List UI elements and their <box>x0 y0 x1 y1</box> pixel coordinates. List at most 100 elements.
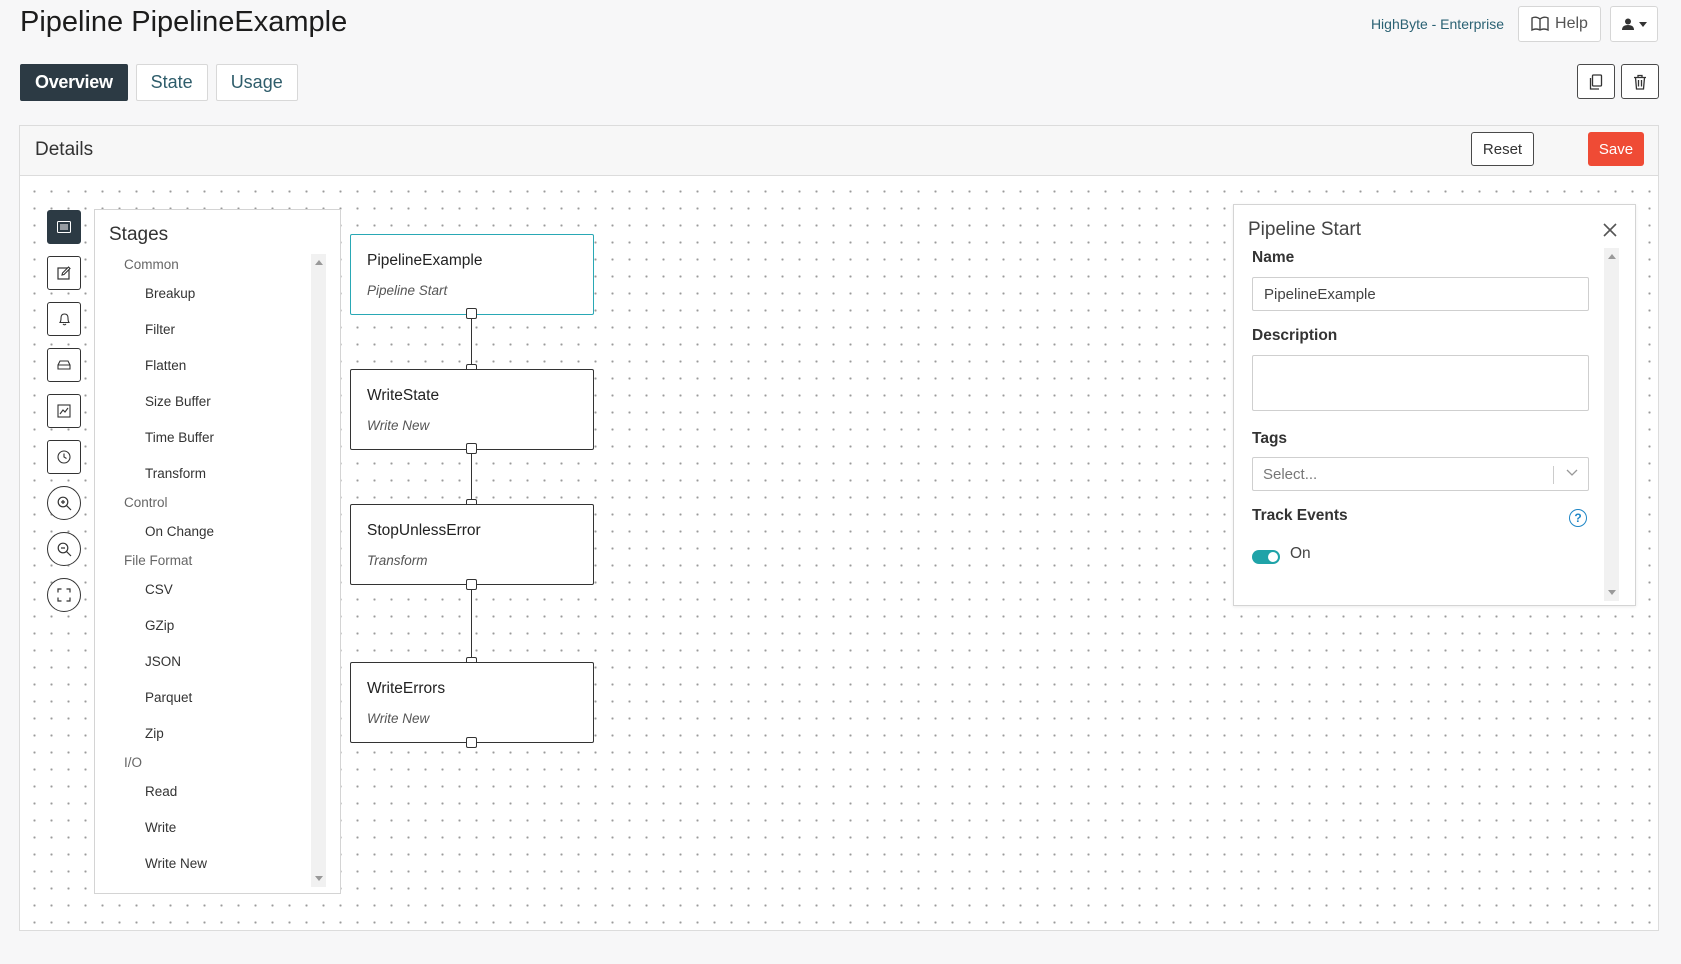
details-title: Details <box>35 139 94 160</box>
description-textarea[interactable] <box>1252 355 1589 411</box>
scroll-up-icon[interactable] <box>315 260 323 265</box>
node-name: WriteErrors <box>367 680 446 697</box>
delete-button[interactable] <box>1621 64 1659 99</box>
node-connector <box>471 590 472 657</box>
stages-scrollbar[interactable] <box>311 254 326 887</box>
scroll-down-icon[interactable] <box>315 876 323 881</box>
canvas-toolbar <box>47 210 81 624</box>
stage-category: Control <box>124 495 168 510</box>
chart-icon <box>57 404 71 418</box>
brand-label: HighByte - Enterprise <box>1370 16 1504 32</box>
stage-item-breakup[interactable]: Breakup <box>95 276 310 312</box>
scroll-down-icon[interactable] <box>1608 590 1616 595</box>
stage-item-transform[interactable]: Transform <box>95 456 310 492</box>
bell-icon <box>58 313 70 326</box>
details-header: Details Reset Save <box>20 126 1658 176</box>
stage-item-read[interactable]: Read <box>95 774 310 810</box>
pipeline-node[interactable]: PipelineExample Pipeline Start <box>350 234 594 315</box>
node-connector <box>471 454 472 499</box>
stage-item-json[interactable]: JSON <box>95 644 310 680</box>
pipeline-canvas[interactable]: Stages Common Breakup Filter Flatten Siz… <box>20 177 1658 930</box>
stage-category: I/O <box>124 755 143 770</box>
node-output-handle[interactable] <box>466 308 477 319</box>
fit-screen-button[interactable] <box>47 578 81 612</box>
stage-item-size-buffer[interactable]: Size Buffer <box>95 384 310 420</box>
node-type: Transform <box>367 553 428 568</box>
zoom-out-button[interactable] <box>47 532 81 566</box>
node-name: PipelineExample <box>367 252 483 269</box>
stage-category: File Format <box>124 553 193 568</box>
stage-item-gzip[interactable]: GZip <box>95 608 310 644</box>
node-output-handle[interactable] <box>466 443 477 454</box>
chevron-down-icon <box>1566 469 1578 476</box>
stage-item-write-new[interactable]: Write New <box>95 846 310 882</box>
properties-scrollbar[interactable] <box>1604 248 1619 601</box>
stage-item-flatten[interactable]: Flatten <box>95 348 310 384</box>
track-events-state: On <box>1290 545 1311 562</box>
edit-button[interactable] <box>47 256 81 290</box>
node-output-handle[interactable] <box>466 737 477 748</box>
name-label: Name <box>1252 249 1295 266</box>
pipeline-node[interactable]: WriteState Write New <box>350 369 594 450</box>
track-events-toggle[interactable] <box>1252 550 1280 564</box>
storage-button[interactable] <box>47 348 81 382</box>
stages-title: Stages <box>109 224 169 245</box>
close-icon[interactable] <box>1601 221 1619 239</box>
toggle-knob <box>1268 552 1278 562</box>
tab-bar: Overview State Usage <box>20 64 298 101</box>
details-panel: Details Reset Save Stages Common Breakup… <box>19 125 1659 931</box>
caret-down-icon <box>1638 21 1647 27</box>
user-menu-button[interactable] <box>1610 6 1658 42</box>
node-name: WriteState <box>367 387 440 404</box>
fit-screen-icon <box>57 588 71 602</box>
events-button[interactable] <box>47 302 81 336</box>
stage-item-zip[interactable]: Zip <box>95 716 310 752</box>
node-type: Write New <box>367 711 430 726</box>
properties-panel: Pipeline Start Name Description Tags Sel… <box>1233 204 1636 606</box>
select-divider <box>1553 466 1554 484</box>
track-events-label: Track Events <box>1252 507 1348 524</box>
node-type: Write New <box>367 418 430 433</box>
tags-label: Tags <box>1252 430 1288 447</box>
trash-icon <box>1634 74 1646 90</box>
properties-title: Pipeline Start <box>1248 219 1362 240</box>
clock-icon <box>57 450 71 464</box>
description-label: Description <box>1252 327 1338 344</box>
node-output-handle[interactable] <box>466 579 477 590</box>
help-circle-icon[interactable]: ? <box>1569 509 1587 527</box>
name-input[interactable] <box>1252 277 1589 311</box>
copy-icon <box>1589 73 1603 90</box>
help-label: Help <box>1555 15 1588 32</box>
reset-button[interactable]: Reset <box>1471 132 1534 166</box>
user-icon <box>1621 18 1634 30</box>
stage-category: Common <box>124 257 179 272</box>
chart-button[interactable] <box>47 394 81 428</box>
scroll-up-icon[interactable] <box>1608 254 1616 259</box>
stages-list: Common Breakup Filter Flatten Size Buffe… <box>95 254 310 882</box>
copy-button[interactable] <box>1577 64 1615 99</box>
stage-item-on-change[interactable]: On Change <box>95 514 310 550</box>
save-button[interactable]: Save <box>1588 132 1644 166</box>
node-type: Pipeline Start <box>367 283 448 298</box>
edit-icon <box>57 266 71 280</box>
history-button[interactable] <box>47 440 81 474</box>
stage-item-filter[interactable]: Filter <box>95 312 310 348</box>
stage-item-write[interactable]: Write <box>95 810 310 846</box>
zoom-in-button[interactable] <box>47 486 81 520</box>
book-icon <box>1531 16 1549 32</box>
page-title: Pipeline PipelineExample <box>20 6 348 38</box>
pipeline-node[interactable]: StopUnlessError Transform <box>350 504 594 585</box>
storage-icon <box>57 360 71 370</box>
stage-item-csv[interactable]: CSV <box>95 572 310 608</box>
stages-panel: Stages Common Breakup Filter Flatten Siz… <box>94 209 341 894</box>
tags-select[interactable]: Select... <box>1252 457 1589 491</box>
pipeline-node[interactable]: WriteErrors Write New <box>350 662 594 743</box>
tab-usage[interactable]: Usage <box>215 64 298 101</box>
stages-toggle-button[interactable] <box>47 210 81 244</box>
tab-overview[interactable]: Overview <box>20 64 128 101</box>
tab-state[interactable]: State <box>135 64 208 101</box>
zoom-in-icon <box>57 496 71 510</box>
stage-item-parquet[interactable]: Parquet <box>95 680 310 716</box>
stage-item-time-buffer[interactable]: Time Buffer <box>95 420 310 456</box>
help-button[interactable]: Help <box>1518 6 1601 42</box>
